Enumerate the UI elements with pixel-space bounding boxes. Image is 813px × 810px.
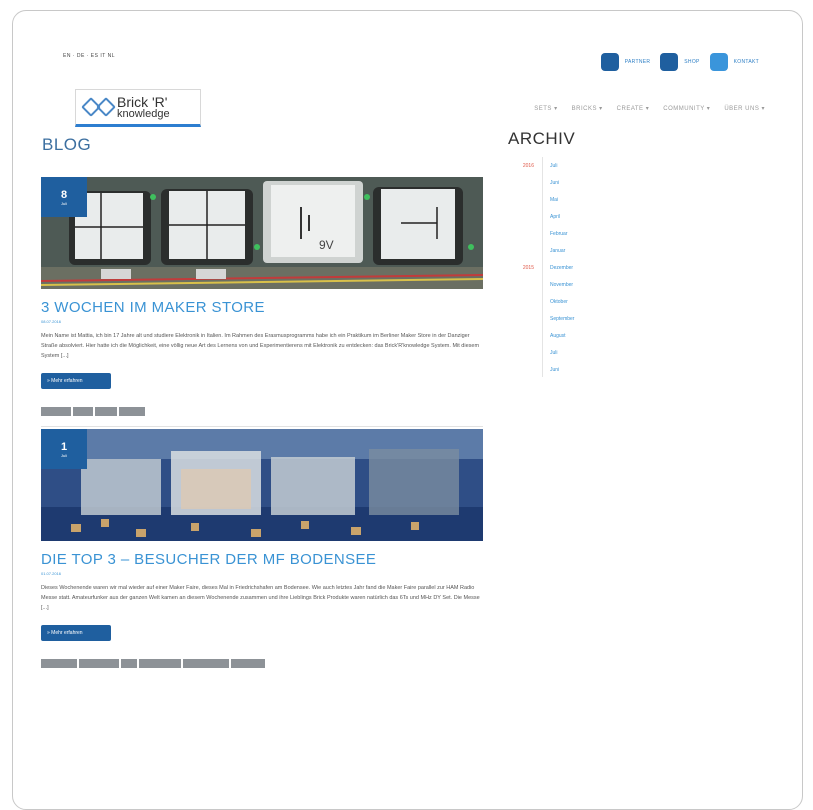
read-more-button[interactable]: » Mehr erfahren <box>41 625 111 641</box>
archive-month-link[interactable]: November <box>538 282 573 288</box>
page: EN · DE · ES IT NL PARTNER SHOP KONTAKT <box>59 45 769 137</box>
post-excerpt: Mein Name ist Mattia, ich bin 17 Jahre a… <box>41 333 480 359</box>
archive-row: September <box>508 310 708 327</box>
main-nav: SETS ▾ BRICKS ▾ CREATE ▾ COMMUNITY ▾ ÜBE… <box>534 105 765 112</box>
tag[interactable] <box>95 407 117 416</box>
archive-month-link[interactable]: Mai <box>538 197 558 203</box>
post-title[interactable]: 3 WOCHEN IM MAKER STORE <box>41 299 483 316</box>
tag[interactable] <box>73 407 93 416</box>
kontakt-label: KONTAKT <box>733 59 759 65</box>
read-more-button[interactable]: » Mehr erfahren <box>41 373 111 389</box>
logo-diamonds-icon <box>81 97 116 117</box>
archive-row: April <box>508 208 708 225</box>
date-month: Juli <box>60 200 67 206</box>
blog-main: BLOG 9V 8 Juli 3 WOCHEN IM MAKER STORE 0… <box>41 129 483 668</box>
archive-month-link[interactable]: September <box>538 316 574 322</box>
top-buttons: PARTNER SHOP KONTAKT <box>600 53 759 71</box>
post-tags <box>41 659 483 668</box>
screenshot-frame: EN · DE · ES IT NL PARTNER SHOP KONTAKT <box>12 10 803 810</box>
archive-month-link[interactable]: Juli <box>538 163 558 169</box>
tag[interactable] <box>41 407 71 416</box>
archive-row: Oktober <box>508 293 708 310</box>
archive-year[interactable]: 2015 <box>508 265 538 271</box>
archive-timeline <box>542 157 543 377</box>
archive-month-link[interactable]: Juli <box>538 350 558 356</box>
archive-list: 2016 Juli Juni Mai April Februar Januar 2015 Dez… <box>508 157 708 378</box>
partner-button[interactable]: PARTNER <box>600 53 651 71</box>
logo-text: Brick 'R' knowledge <box>117 95 170 120</box>
archive-year[interactable]: 2016 <box>508 163 538 169</box>
post-image[interactable]: 1 Juli <box>41 429 483 541</box>
archive-sidebar: ARCHIV 2016 Juli Juni Mai April Februar Januar… <box>508 129 708 378</box>
date-badge: 8 Juli <box>41 177 87 217</box>
date-day: 8 <box>60 188 68 201</box>
post-date: 08.07.2016 <box>41 319 62 324</box>
nav-item-ueber-uns[interactable]: ÜBER UNS ▾ <box>724 105 765 112</box>
shop-button[interactable]: SHOP <box>660 53 699 71</box>
post-divider <box>41 426 483 427</box>
tag[interactable] <box>139 659 181 668</box>
tag[interactable] <box>231 659 265 668</box>
tag[interactable] <box>121 659 137 668</box>
tag[interactable] <box>41 659 77 668</box>
kontakt-square-icon <box>709 53 728 71</box>
language-switcher[interactable]: EN · DE · ES IT NL <box>63 53 115 59</box>
top-bar: EN · DE · ES IT NL PARTNER SHOP KONTAKT <box>59 45 769 87</box>
archive-title: ARCHIV <box>508 129 576 148</box>
tag[interactable] <box>183 659 229 668</box>
post-title[interactable]: DIE TOP 3 – BESUCHER DER MF BODENSEE <box>41 551 483 568</box>
shop-label: SHOP <box>684 59 700 65</box>
date-month: Juli <box>60 452 67 458</box>
archive-row: Juni <box>508 174 708 191</box>
post-date: 01.07.2016 <box>41 571 62 576</box>
tag[interactable] <box>119 407 145 416</box>
archive-row: 2015 Dezember <box>508 259 708 276</box>
fair-photo <box>41 429 483 541</box>
blog-post: 9V 8 Juli 3 WOCHEN IM MAKER STORE 08.07.… <box>41 177 483 427</box>
logo-line1: Brick 'R' <box>117 93 168 110</box>
nav-item-create[interactable]: CREATE ▾ <box>617 105 650 112</box>
date-badge: 1 Juli <box>41 429 87 469</box>
page-title: BLOG <box>42 135 92 154</box>
archive-row: Februar <box>508 225 708 242</box>
logo-line2: knowledge <box>117 107 170 120</box>
tag[interactable] <box>79 659 119 668</box>
post-image[interactable]: 9V 8 Juli <box>41 177 483 289</box>
nav-item-community[interactable]: COMMUNITY ▾ <box>663 105 710 112</box>
nav-item-sets[interactable]: SETS ▾ <box>534 105 557 112</box>
archive-row: Juni <box>508 361 708 378</box>
bricks-photo: 9V <box>41 177 483 289</box>
shop-square-icon <box>660 53 679 71</box>
partner-square-icon <box>600 53 619 71</box>
svg-text:9V: 9V <box>319 238 334 252</box>
archive-row: Juli <box>508 344 708 361</box>
archive-row: Mai <box>508 191 708 208</box>
post-tags <box>41 407 483 416</box>
archive-month-link[interactable]: Dezember <box>538 265 573 271</box>
archive-row: November <box>508 276 708 293</box>
blog-post: 1 Juli DIE TOP 3 – BESUCHER DER MF BODEN… <box>41 429 483 668</box>
archive-row: Januar <box>508 242 708 259</box>
archive-row: 2016 Juli <box>508 157 708 174</box>
archive-row: August <box>508 327 708 344</box>
date-day: 1 <box>60 440 68 453</box>
nav-item-bricks[interactable]: BRICKS ▾ <box>572 105 603 112</box>
kontakt-button[interactable]: KONTAKT <box>709 53 759 71</box>
partner-label: PARTNER <box>624 59 651 65</box>
site-logo[interactable]: Brick 'R' knowledge <box>75 89 201 127</box>
post-excerpt: Dieses Wochenende waren wir mal wieder a… <box>41 585 480 611</box>
